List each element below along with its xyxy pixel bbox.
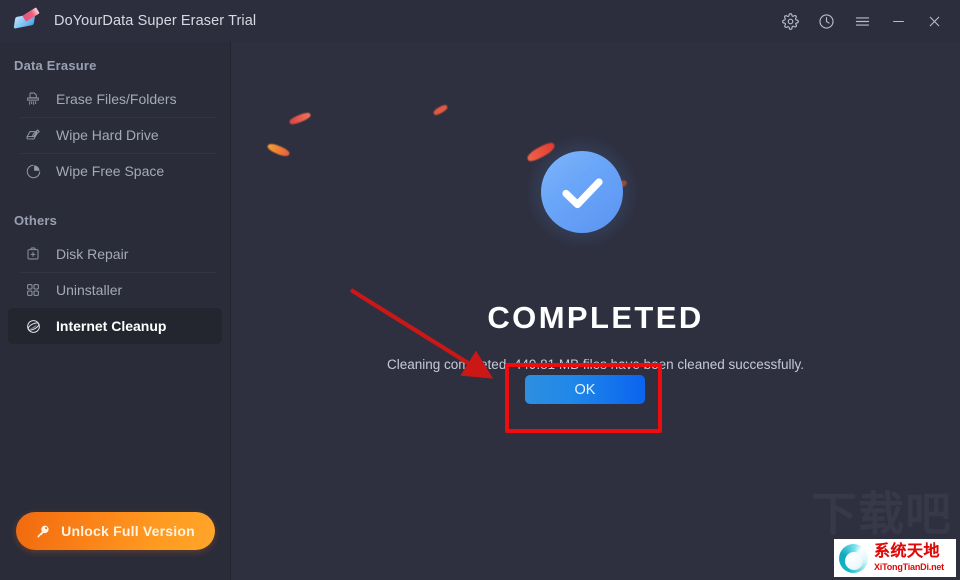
sidebar-item-label: Wipe Hard Drive xyxy=(56,127,159,143)
app-logo-icon xyxy=(13,7,40,33)
globe-icon xyxy=(20,318,46,335)
application-window: DoYourData Super Eraser Trial Data Erasu… xyxy=(0,0,960,580)
sidebar-section-others: Others xyxy=(14,213,58,228)
sidebar-item-disk-repair[interactable]: Disk Repair xyxy=(8,236,222,273)
sidebar-item-label: Uninstaller xyxy=(56,282,123,298)
minimize-button[interactable] xyxy=(882,5,914,37)
sidebar-item-wipe-free-space[interactable]: Wipe Free Space xyxy=(8,153,222,189)
site-watermark: 系统天地 XiTongTianDi.net xyxy=(834,539,956,577)
key-icon xyxy=(36,524,51,539)
window-title: DoYourData Super Eraser Trial xyxy=(54,13,257,29)
hard-drive-pen-icon xyxy=(20,127,46,144)
confetti-piece xyxy=(288,111,312,126)
confetti-piece xyxy=(266,141,291,159)
sidebar-item-label: Wipe Free Space xyxy=(56,163,165,179)
sidebar-item-label: Disk Repair xyxy=(56,246,129,262)
sidebar-item-uninstaller[interactable]: Uninstaller xyxy=(8,272,222,309)
sidebar-item-wipe-hard-drive[interactable]: Wipe Hard Drive xyxy=(8,117,222,154)
unlock-button-label: Unlock Full Version xyxy=(61,523,195,539)
ok-button-label: OK xyxy=(574,381,596,398)
unlock-full-version-button[interactable]: Unlock Full Version xyxy=(16,512,215,550)
grid-squares-icon xyxy=(20,282,46,298)
sidebar-item-internet-cleanup[interactable]: Internet Cleanup xyxy=(8,308,222,344)
sidebar-item-label: Erase Files/Folders xyxy=(56,91,177,107)
first-aid-kit-icon xyxy=(20,246,46,262)
confetti-piece xyxy=(432,103,449,117)
page-title: COMPLETED xyxy=(487,300,704,335)
main-content: COMPLETED Cleaning completed. 449.81 MB … xyxy=(231,42,960,580)
title-bar: DoYourData Super Eraser Trial xyxy=(0,0,960,42)
sidebar: Data Erasure Erase Files/Folders Wipe Ha… xyxy=(0,42,231,580)
window-controls xyxy=(774,0,950,42)
watermark-domain-text: XiTongTianDi.net xyxy=(874,562,944,572)
circular-arrows-logo-icon xyxy=(836,541,872,575)
status-message: Cleaning completed. 449.81 MB files have… xyxy=(387,357,804,372)
ok-button[interactable]: OK xyxy=(525,375,645,404)
history-button[interactable] xyxy=(810,5,842,37)
sidebar-item-label: Internet Cleanup xyxy=(56,318,167,334)
checkmark-circle-icon xyxy=(525,135,639,249)
watermark-chinese-text: 系统天地 xyxy=(874,544,944,560)
settings-button[interactable] xyxy=(774,5,806,37)
close-button[interactable] xyxy=(918,5,950,37)
shredder-icon xyxy=(20,91,46,107)
sidebar-section-data-erasure: Data Erasure xyxy=(14,58,97,73)
pie-chart-icon xyxy=(20,163,46,180)
menu-button[interactable] xyxy=(846,5,878,37)
sidebar-item-erase-files-folders[interactable]: Erase Files/Folders xyxy=(8,81,222,118)
